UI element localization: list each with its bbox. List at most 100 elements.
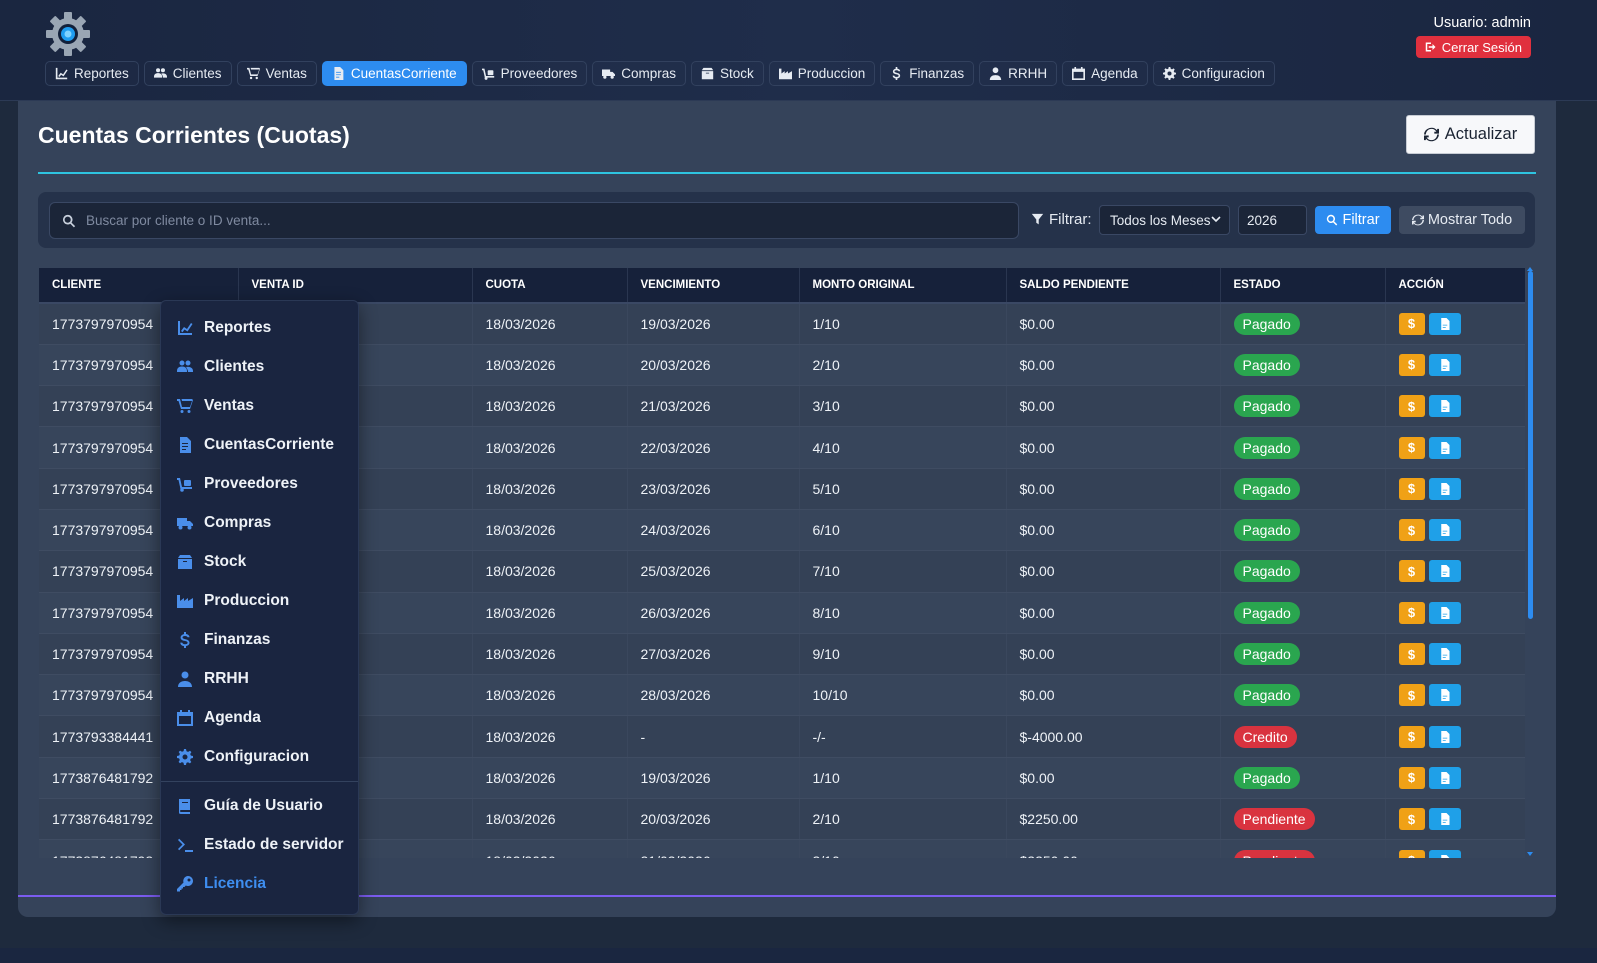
search-input[interactable] [86, 213, 966, 228]
file-pdf-icon [1440, 854, 1449, 858]
dropdown-item-produccion[interactable]: Produccion [161, 581, 358, 620]
table-header-row: CLIENTE VENTA ID CUOTA VENCIMIENTO MONTO ORI… [39, 268, 1525, 304]
pay-button[interactable]: $ [1398, 808, 1425, 831]
show-all-button[interactable]: Mostrar Todo [1399, 206, 1525, 234]
gear-logo-icon[interactable] [44, 10, 92, 58]
pay-button[interactable]: $ [1398, 477, 1425, 500]
pay-button[interactable]: $ [1398, 353, 1425, 376]
receipt-button[interactable] [1428, 395, 1461, 418]
pay-button[interactable]: $ [1398, 725, 1425, 748]
pay-button[interactable]: $ [1398, 643, 1425, 666]
pay-button[interactable]: $ [1398, 560, 1425, 583]
gear-icon [177, 748, 193, 765]
dropdown-item-configuracion[interactable]: Configuracion [161, 737, 358, 776]
dropdown-item-finanzas[interactable]: Finanzas [161, 620, 358, 659]
nav-tab-agenda[interactable]: Agenda [1062, 61, 1148, 86]
dropdown-item-stock[interactable]: Stock [161, 542, 358, 581]
status-badge: Pagado [1233, 560, 1300, 583]
action-cell: $ [1385, 715, 1525, 758]
dropdown-divider [161, 781, 358, 782]
table-cell: $2250.00 [1006, 798, 1221, 841]
filter-button[interactable]: Filtrar [1315, 206, 1391, 234]
dropdown-item-compras[interactable]: Compras [161, 503, 358, 542]
receipt-button[interactable] [1428, 353, 1461, 376]
box-icon [701, 67, 714, 80]
receipt-button[interactable] [1428, 643, 1461, 666]
file-pdf-icon [1440, 358, 1449, 371]
receipt-button[interactable] [1428, 560, 1461, 583]
pay-button[interactable]: $ [1398, 766, 1425, 789]
table-cell: $0.00 [1006, 592, 1221, 634]
table-cell: 1/10 [799, 303, 1007, 345]
dropdown-item-cuentascorriente[interactable]: CuentasCorriente [161, 425, 358, 464]
file-pdf-icon [1440, 648, 1449, 661]
pay-button[interactable]: $ [1398, 395, 1425, 418]
year-input[interactable]: 2026 [1238, 205, 1307, 235]
nav-tab-finanzas[interactable]: Finanzas [880, 61, 975, 86]
dropdown-item-ventas[interactable]: Ventas [161, 386, 358, 425]
pay-button[interactable]: $ [1398, 849, 1425, 858]
search-box [49, 202, 1019, 239]
dropdown-item-reportes[interactable]: Reportes [161, 308, 358, 347]
nav-tab-stock[interactable]: Stock [690, 61, 764, 86]
dropdown-item-rrhh[interactable]: RRHH [161, 659, 358, 698]
month-select[interactable]: Todos los Meses [1099, 205, 1230, 235]
nav-tab-compras[interactable]: Compras [592, 61, 686, 86]
nav-tab-label: Clientes [172, 66, 222, 81]
nav-tab-label: Reportes [74, 66, 129, 81]
nav-tab-rrhh[interactable]: RRHH [979, 61, 1058, 86]
status-cell: Pagado [1220, 592, 1386, 634]
table-cell: $0.00 [1006, 550, 1221, 593]
pay-button[interactable]: $ [1398, 436, 1425, 459]
scroll-down-arrow[interactable] [1527, 852, 1533, 856]
nav-tab-configuracion[interactable]: Configuracion [1152, 61, 1275, 86]
nav-tab-reportes[interactable]: Reportes [45, 61, 139, 86]
pay-button[interactable]: $ [1398, 519, 1425, 542]
nav-tab-clientes[interactable]: Clientes [143, 61, 232, 86]
pay-button[interactable]: $ [1398, 684, 1425, 707]
file-pdf-icon [1440, 524, 1449, 537]
receipt-button[interactable] [1428, 766, 1461, 789]
status-badge: Credito [1233, 725, 1297, 748]
table-cell: $0.00 [1006, 426, 1221, 469]
receipt-button[interactable] [1428, 725, 1461, 748]
nav-tab-ventas[interactable]: Ventas [236, 61, 317, 86]
column-header: MONTO ORIGINAL [799, 268, 1007, 304]
nav-tab-cuentascorriente[interactable]: CuentasCorriente [321, 61, 467, 86]
nav-tab-label: Produccion [797, 66, 866, 81]
table-scrollbar[interactable] [1528, 271, 1533, 619]
column-header: VENCIMIENTO [627, 268, 800, 304]
user-tie-icon [989, 67, 1002, 80]
nav-tab-label: RRHH [1008, 66, 1048, 81]
pay-button[interactable]: $ [1398, 312, 1425, 335]
receipt-button[interactable] [1428, 849, 1461, 858]
dropdown-item-key[interactable]: Licencia [161, 864, 358, 903]
dropdown-item-proveedores[interactable]: Proveedores [161, 464, 358, 503]
nav-tab-proveedores[interactable]: Proveedores [471, 61, 588, 86]
receipt-button[interactable] [1428, 436, 1461, 459]
table-cell: 3/10 [799, 839, 1007, 858]
receipt-button[interactable] [1428, 477, 1461, 500]
pay-button[interactable]: $ [1398, 601, 1425, 624]
status-badge: Pagado [1233, 436, 1300, 459]
nav-tab-produccion[interactable]: Produccion [768, 61, 876, 86]
sync-icon [1423, 127, 1439, 142]
cart-icon [177, 398, 193, 413]
action-cell: $ [1385, 344, 1525, 387]
dropdown-item-terminal[interactable]: Estado de servidor [161, 825, 358, 864]
table-cell: $2250.00 [1006, 839, 1221, 858]
receipt-button[interactable] [1428, 519, 1461, 542]
receipt-button[interactable] [1428, 684, 1461, 707]
nav-tab-label: Ventas [265, 66, 307, 81]
dropdown-item-agenda[interactable]: Agenda [161, 698, 358, 737]
chart-line-icon [55, 67, 68, 80]
dropdown-item-book[interactable]: Guía de Usuario [161, 786, 358, 825]
receipt-button[interactable] [1428, 312, 1461, 335]
receipt-button[interactable] [1428, 601, 1461, 624]
action-cell: $ [1385, 798, 1525, 841]
refresh-button[interactable]: Actualizar [1406, 115, 1535, 154]
table-cell: 19/03/2026 [627, 303, 800, 345]
receipt-button[interactable] [1428, 808, 1461, 831]
logout-button[interactable]: Cerrar Sesión [1415, 36, 1531, 58]
dropdown-item-clientes[interactable]: Clientes [161, 347, 358, 386]
